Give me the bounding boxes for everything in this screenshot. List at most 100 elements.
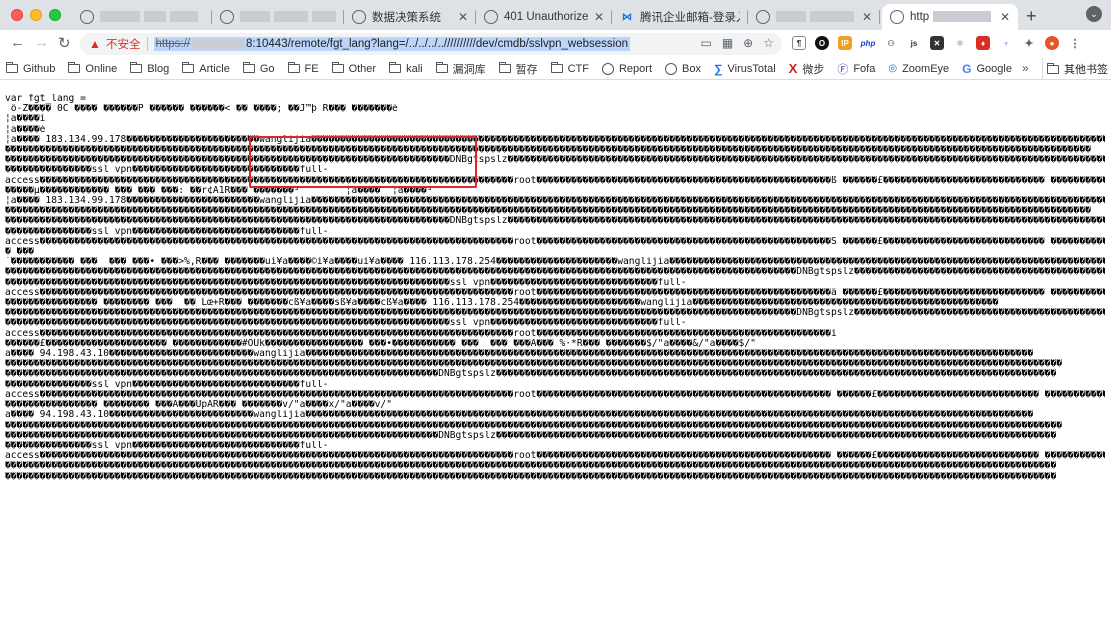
zoom-icon[interactable]: ⊕ <box>743 36 753 50</box>
response-line: ������£��������������������� �����������… <box>5 338 756 349</box>
response-line: ����������������������������������������… <box>5 318 687 329</box>
puzzle-gear-extension-icon[interactable]: ✲ <box>953 36 967 50</box>
tab-title: 401 Unauthorized <box>504 11 588 23</box>
browser-tab[interactable] <box>72 4 212 30</box>
maximize-window-button[interactable] <box>49 9 61 21</box>
bookmark-link[interactable]: X 微步 <box>789 61 825 77</box>
cast-icon[interactable]: ▭ <box>700 36 711 50</box>
response-line: ����������������������������������������… <box>5 267 1105 278</box>
address-bar[interactable]: ▲ 不安全 https://8:10443/remote/fgt_lang?la… <box>80 33 782 55</box>
folder-icon <box>242 62 255 73</box>
folder-icon <box>331 62 344 73</box>
close-icon[interactable]: ✕ <box>458 10 468 24</box>
php-extension-icon[interactable]: php <box>861 36 875 50</box>
browser-tab[interactable] <box>212 4 344 30</box>
response-line: ´����������� ��� ��� ���• ���>%,R��� ���… <box>5 257 1105 268</box>
bookmark-link[interactable]: ∑ VirusTotal <box>714 62 776 76</box>
ip-extension-icon[interactable]: IP <box>838 36 852 50</box>
browser-tab-active[interactable]: http ✕ <box>882 4 1018 30</box>
folder-icon <box>68 62 81 73</box>
response-line: ���������������ssl vpn������������������… <box>5 379 329 390</box>
reload-icon[interactable]: ↻ <box>58 34 71 52</box>
bookmark-folder[interactable]: kali <box>389 62 423 75</box>
bookmarks-bar: Github Online Blog Article Go FE Other k… <box>0 58 1111 80</box>
insecure-label[interactable]: 不安全 <box>106 36 141 52</box>
response-line: � ��� <box>5 247 34 258</box>
response-line: ����������������������������������������… <box>5 145 1091 156</box>
folder-icon <box>287 62 300 73</box>
bookmark-link[interactable]: G Google <box>962 62 1012 76</box>
bookmark-folder[interactable]: Github <box>6 62 55 75</box>
menu-kebab-icon[interactable]: ⋮ <box>1068 36 1082 50</box>
browser-tab[interactable]: ✕ <box>748 4 880 30</box>
bookmark-folder[interactable]: FE <box>287 62 319 75</box>
response-line: ¦a���� 183.134.99.178�������������������… <box>5 134 1105 145</box>
response-line: access����������������������������������… <box>5 287 1105 298</box>
bookmark-folder[interactable]: Go <box>242 62 275 75</box>
bookmark-link[interactable]: Ⓕ Fofa <box>837 61 875 77</box>
badge-extension-icon[interactable]: ♦ <box>976 36 990 50</box>
bookmark-folder[interactable]: 漏洞库 <box>435 61 486 77</box>
bookmark-star-icon[interactable]: ☆ <box>763 36 774 50</box>
bookmark-folder[interactable]: Article <box>182 62 230 75</box>
bookmark-folder[interactable]: Other <box>331 62 376 75</box>
tab-title-redacted <box>240 11 336 23</box>
profile-avatar-icon[interactable]: ● <box>1045 36 1059 50</box>
pilcrow-extension-icon[interactable]: ¶ <box>792 36 806 50</box>
bookmark-link[interactable]: Report <box>601 62 652 75</box>
location-extension-icon[interactable]: ♆ <box>999 36 1013 50</box>
bookmark-link[interactable]: ◎ ZoomEye <box>888 63 949 75</box>
response-line: ����������������������������������������… <box>5 420 1062 431</box>
response-line: ����������������������������������������… <box>5 308 1105 319</box>
back-icon[interactable]: ← <box>10 34 25 51</box>
warning-icon: ▲ <box>89 37 101 51</box>
response-line: �����µ������������ ��� ��� ���: ��r¢A1R�… <box>5 185 433 196</box>
browser-tab[interactable]: 401 Unauthorized ✕ <box>476 4 612 30</box>
new-tab-button[interactable]: + <box>1026 6 1037 27</box>
tab-search-icon[interactable]: ⌄ <box>1086 6 1102 22</box>
folder-icon <box>389 62 402 73</box>
tab-title-redacted <box>776 11 856 23</box>
response-line: ����������������������������������������… <box>5 369 1057 380</box>
qr-code-icon[interactable]: ▦ <box>722 36 733 50</box>
virustotal-icon: ∑ <box>713 61 723 76</box>
bookmark-folder[interactable]: Online <box>68 62 117 75</box>
response-line: ����������������������������������������… <box>5 430 1057 441</box>
response-line: ����������������������������������������… <box>5 155 1105 166</box>
x-extension-icon[interactable]: ✕ <box>930 36 944 50</box>
browser-tab[interactable]: 数据决策系统 ✕ <box>344 4 476 30</box>
more-bookmarks-button[interactable]: » <box>1022 61 1029 75</box>
url-text[interactable]: https://8:10443/remote/fgt_lang?lang=/..… <box>153 37 630 51</box>
folder-icon <box>498 62 511 73</box>
circle-extension-icon[interactable]: O <box>815 36 829 50</box>
response-line: a���� 94.198.43.10����������������������… <box>5 349 1034 360</box>
bookmark-folder[interactable]: 暂存 <box>498 61 538 77</box>
other-bookmarks-folder[interactable]: 其他书签 <box>1042 58 1108 80</box>
omnibox-separator <box>146 37 148 51</box>
globe-icon <box>484 10 498 24</box>
globe-icon <box>890 10 904 24</box>
close-icon[interactable]: ✕ <box>862 10 872 24</box>
close-icon[interactable]: ✕ <box>1000 10 1010 24</box>
response-line: ¦a���� 183.134.99.178�������������������… <box>5 196 1105 207</box>
response-line: access����������������������������������… <box>5 451 1105 462</box>
close-icon[interactable]: ✕ <box>594 10 604 24</box>
minimize-window-button[interactable] <box>30 9 42 21</box>
response-line: access����������������������������������… <box>5 328 837 339</box>
bookmark-folder[interactable]: Blog <box>130 62 169 75</box>
response-line: ���������������ssl vpn������������������… <box>5 440 329 451</box>
forward-icon[interactable]: → <box>34 34 49 51</box>
browser-tab[interactable]: ⋈ 腾讯企业邮箱-登录入 <box>612 4 748 30</box>
bookmark-link[interactable]: Box <box>665 62 701 75</box>
tab-separator <box>879 10 880 24</box>
close-window-button[interactable] <box>11 9 23 21</box>
folder-icon <box>1047 62 1059 74</box>
tab-strip: 数据决策系统 ✕ 401 Unauthorized ✕ ⋈ 腾讯企业邮箱-登录入… <box>0 0 1111 30</box>
zoomeye-icon: ◎ <box>888 63 898 74</box>
js-extension-icon[interactable]: js <box>907 36 921 50</box>
bookmark-folder[interactable]: CTF <box>550 62 589 75</box>
globe-icon <box>220 10 234 24</box>
people-extension-icon[interactable]: ⚇ <box>884 36 898 50</box>
extensions-puzzle-icon[interactable]: ✦ <box>1022 36 1036 50</box>
raw-response-text: var fgt_lang = ö-Z���� 0C ���� ������P �… <box>5 94 1105 629</box>
